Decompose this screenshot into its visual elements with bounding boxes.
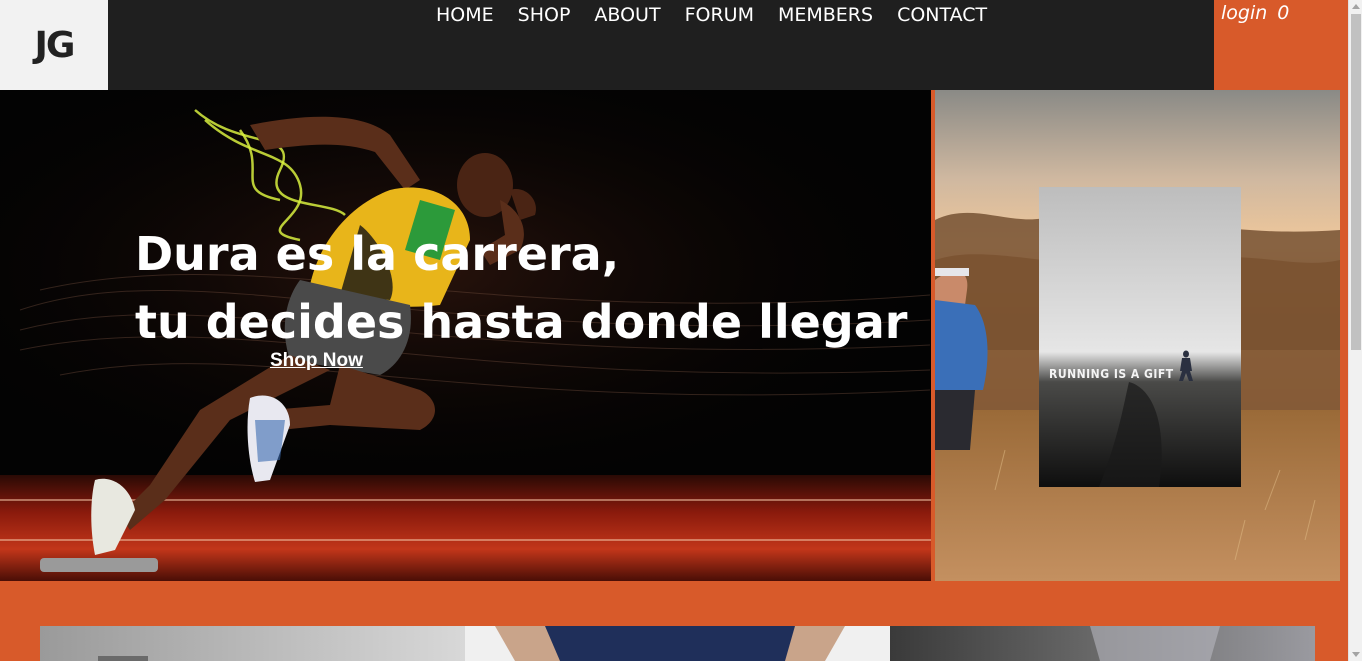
hero-headline-line1: Dura es la carrera,	[135, 227, 620, 281]
account-row: login 0	[1221, 2, 1289, 24]
thumbnail-3-image	[890, 626, 1315, 661]
main-nav: HOME SHOP ABOUT FORUM MEMBERS CONTACT	[436, 2, 1011, 28]
thumbnail-2-image	[465, 626, 890, 661]
featured-thumbnails	[40, 626, 1315, 661]
scroll-up-arrow-icon[interactable]	[1352, 4, 1360, 9]
site-logo[interactable]: JG	[0, 0, 108, 90]
scroll-down-arrow-icon[interactable]	[1352, 652, 1360, 657]
poster-caption: RUNNING IS A GIFT	[1049, 367, 1174, 381]
thumbnail-2[interactable]	[465, 626, 890, 661]
login-link[interactable]: login	[1221, 2, 1267, 24]
running-poster: RUNNING IS A GIFT	[1039, 187, 1241, 487]
top-navigation-bar: JG HOME SHOP ABOUT FORUM MEMBERS CONTACT	[0, 0, 1348, 90]
hero-headline-line2: tu decides hasta donde llegar	[135, 295, 908, 349]
logo-text: JG	[34, 24, 76, 66]
account-panel: login 0	[1214, 0, 1348, 90]
nav-item-home[interactable]: HOME	[436, 3, 494, 27]
side-promo-image: RUNNING IS A GIFT	[935, 90, 1340, 581]
thumbnail-1[interactable]	[40, 626, 465, 661]
nav-item-shop[interactable]: SHOP	[518, 3, 571, 27]
cart-count[interactable]: 0	[1277, 2, 1289, 24]
nav-item-forum[interactable]: FORUM	[685, 3, 754, 27]
nav-item-about[interactable]: ABOUT	[594, 3, 660, 27]
hero-headline: Dura es la carrera, tu decides hasta don…	[135, 220, 907, 356]
hero-banner: Dura es la carrera, tu decides hasta don…	[0, 90, 931, 581]
shop-now-link[interactable]: Shop Now	[270, 350, 363, 372]
thumbnail-1-image	[40, 626, 465, 661]
page: JG HOME SHOP ABOUT FORUM MEMBERS CONTACT…	[0, 0, 1362, 661]
scrollbar-thumb[interactable]	[1351, 14, 1361, 350]
nav-item-members[interactable]: MEMBERS	[778, 3, 873, 27]
vertical-scrollbar[interactable]	[1348, 0, 1362, 661]
thumbnail-3[interactable]	[890, 626, 1315, 661]
nav-item-contact[interactable]: CONTACT	[897, 3, 987, 27]
poster-image	[1039, 187, 1241, 487]
